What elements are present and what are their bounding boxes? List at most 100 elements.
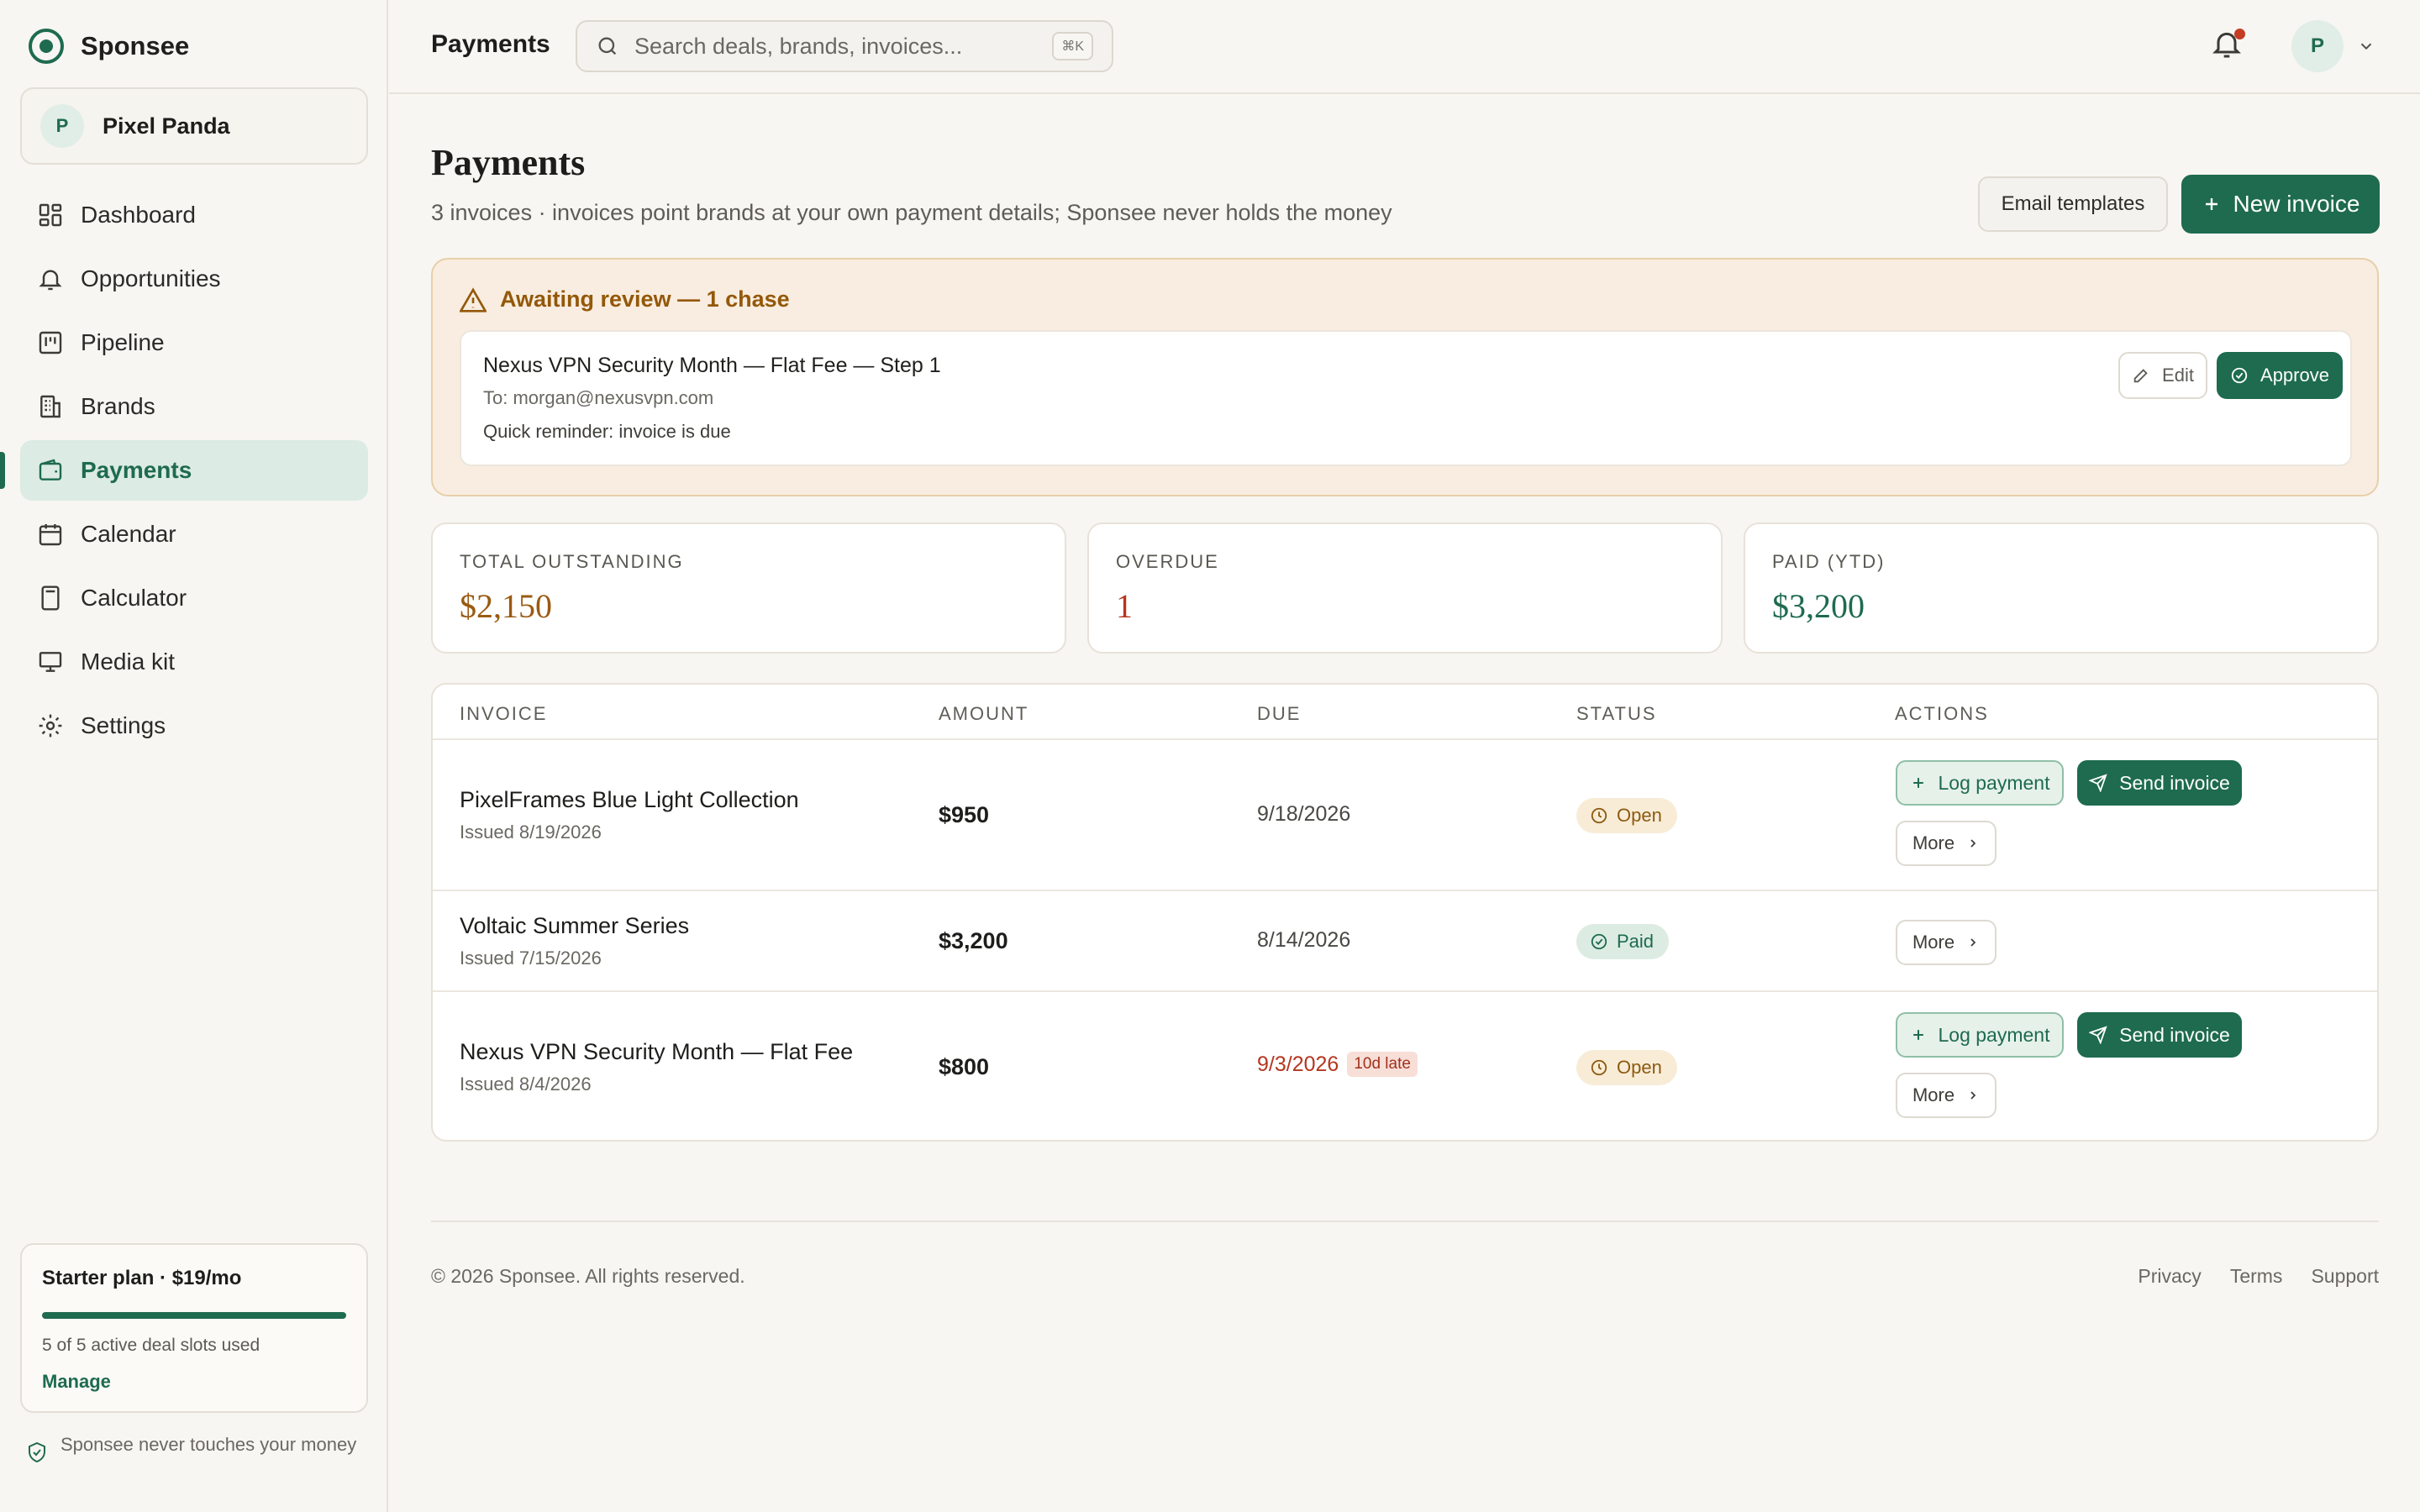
- email-templates-button[interactable]: Email templates: [1978, 176, 2168, 232]
- plan-title: Starter plan · $19/mo: [42, 1267, 242, 1289]
- due-date-text: 8/14/2026: [1257, 928, 1351, 952]
- column-header: INVOICE: [460, 703, 548, 724]
- send-icon: [2089, 774, 2107, 792]
- footer-link-privacy[interactable]: Privacy: [2138, 1265, 2201, 1288]
- sidebar-item-calendar[interactable]: Calendar: [20, 504, 368, 564]
- top-bar: Payments ⌘K P: [389, 0, 2420, 94]
- log-payment-label: Log payment: [1938, 1023, 2050, 1046]
- approve-button[interactable]: Approve: [2217, 352, 2343, 399]
- sidebar-item-payments[interactable]: Payments: [0, 440, 368, 501]
- review-item-recipient: To: morgan@nexusvpn.com: [483, 387, 714, 408]
- sidebar-item-label: Brands: [81, 393, 155, 419]
- sidebar-item-label: Settings: [81, 712, 166, 738]
- shield-check-icon: [27, 1441, 49, 1463]
- footer-link-support[interactable]: Support: [2311, 1265, 2379, 1288]
- invoice-issued-date: Issued 8/4/2026: [460, 1074, 592, 1095]
- stats-row: Total outstanding $2,150 Overdue 1 Paid …: [431, 522, 2379, 654]
- search-input[interactable]: [634, 33, 1038, 60]
- invoice-name[interactable]: Voltaic Summer Series: [460, 913, 689, 939]
- more-button[interactable]: More: [1896, 821, 1996, 866]
- footer-divider: [431, 1221, 2379, 1222]
- invoice-due-date: 8/14/2026: [1257, 928, 1350, 953]
- approve-label: Approve: [2260, 365, 2329, 386]
- invoice-cell: Voltaic Summer Series Issued 7/15/2026: [460, 913, 689, 969]
- plan-card: Starter plan · $19/mo 5 of 5 active deal…: [20, 1243, 368, 1413]
- due-date-text: 9/3/2026: [1257, 1052, 1339, 1076]
- table-row: PixelFrames Blue Light Collection Issued…: [433, 740, 2377, 891]
- notifications-button[interactable]: [2210, 27, 2247, 64]
- app-logo[interactable]: Sponsee: [27, 25, 189, 67]
- table-row: Nexus VPN Security Month — Flat Fee Issu…: [433, 992, 2377, 1140]
- footer-link-terms[interactable]: Terms: [2230, 1265, 2283, 1288]
- sidebar-item-brands[interactable]: Brands: [20, 376, 368, 437]
- review-item-message: Quick reminder: invoice is due: [483, 421, 731, 442]
- app-name: Sponsee: [81, 31, 190, 60]
- invoice-due-date: 9/18/2026: [1257, 802, 1350, 827]
- more-button[interactable]: More: [1896, 920, 1996, 965]
- clock-icon: [1590, 1058, 1608, 1077]
- page-title: Payments: [431, 142, 586, 183]
- stat-value: $2,150: [460, 587, 552, 625]
- workspace-avatar: P: [40, 104, 84, 148]
- search-shortcut-hint: ⌘K: [1052, 32, 1093, 60]
- logo-icon: [27, 27, 66, 66]
- invoice-issued-date: Issued 8/19/2026: [460, 822, 602, 843]
- column-header: ACTIONS: [1895, 703, 1989, 724]
- workspace-name: Pixel Panda: [103, 113, 230, 139]
- footer-links: Privacy Terms Support: [2138, 1265, 2379, 1288]
- invoice-name[interactable]: PixelFrames Blue Light Collection: [460, 787, 799, 813]
- column-header: DUE: [1257, 703, 1302, 724]
- unread-indicator: [2234, 29, 2245, 39]
- stat-value: 1: [1116, 587, 1133, 625]
- stat-label: Paid (YTD): [1772, 551, 1886, 572]
- new-invoice-button[interactable]: New invoice: [2181, 175, 2380, 234]
- invoice-amount: $800: [939, 1054, 990, 1079]
- email-templates-label: Email templates: [2001, 192, 2145, 215]
- sidebar-item-label: Opportunities: [81, 265, 221, 291]
- check-circle-icon: [2230, 366, 2249, 385]
- dashboard-icon: [37, 202, 64, 228]
- stat-overdue: Overdue 1: [1087, 522, 1723, 654]
- user-menu[interactable]: P: [2291, 20, 2375, 72]
- chevron-down-icon: [2357, 37, 2375, 55]
- log-payment-button[interactable]: Log payment: [1896, 1012, 2064, 1058]
- send-invoice-button[interactable]: Send invoice: [2077, 1012, 2242, 1058]
- sidebar-item-dashboard[interactable]: Dashboard: [20, 185, 368, 245]
- calculator-icon: [37, 585, 64, 612]
- send-icon: [2089, 1026, 2107, 1044]
- search-box[interactable]: ⌘K: [576, 20, 1113, 72]
- header-title: Payments: [431, 30, 550, 58]
- sidebar-item-label: Dashboard: [81, 202, 196, 228]
- invoice-cell: PixelFrames Blue Light Collection Issued…: [460, 787, 799, 843]
- log-payment-button[interactable]: Log payment: [1896, 760, 2064, 806]
- edit-label: Edit: [2162, 365, 2194, 386]
- building-icon: [37, 393, 64, 420]
- invoice-amount: $950: [939, 802, 990, 827]
- row-more-wrap: More: [1896, 920, 1996, 965]
- stat-value: $3,200: [1772, 587, 1865, 625]
- manage-plan-link[interactable]: Manage: [42, 1371, 346, 1393]
- check-circle-icon: [1590, 932, 1608, 951]
- workspace-switcher[interactable]: P Pixel Panda: [20, 87, 368, 165]
- sidebar-item-calculator[interactable]: Calculator: [20, 568, 368, 628]
- plus-icon: [1910, 1026, 1927, 1043]
- chevron-right-icon: [1966, 1089, 1980, 1102]
- invoice-name[interactable]: Nexus VPN Security Month — Flat Fee: [460, 1039, 853, 1065]
- stat-label: Total outstanding: [460, 551, 684, 572]
- sidebar-item-opportunities[interactable]: Opportunities: [20, 249, 368, 309]
- chevron-right-icon: [1966, 837, 1980, 850]
- more-label: More: [1912, 932, 1955, 953]
- trust-note: Sponsee never touches your money: [27, 1431, 363, 1463]
- edit-button[interactable]: Edit: [2118, 352, 2207, 399]
- sidebar-item-label: Calculator: [81, 585, 187, 611]
- sidebar-item-media-kit[interactable]: Media kit: [20, 632, 368, 692]
- invoice-issued-date: Issued 7/15/2026: [460, 948, 602, 969]
- send-invoice-button[interactable]: Send invoice: [2077, 760, 2242, 806]
- more-button[interactable]: More: [1896, 1073, 1996, 1118]
- invoice-amount: $3,200: [939, 928, 1008, 953]
- status-badge: Paid: [1576, 924, 1670, 959]
- sidebar-item-pipeline[interactable]: Pipeline: [20, 312, 368, 373]
- wallet-icon: [37, 457, 64, 484]
- sidebar-item-settings[interactable]: Settings: [20, 696, 368, 756]
- stat-total-outstanding: Total outstanding $2,150: [431, 522, 1066, 654]
